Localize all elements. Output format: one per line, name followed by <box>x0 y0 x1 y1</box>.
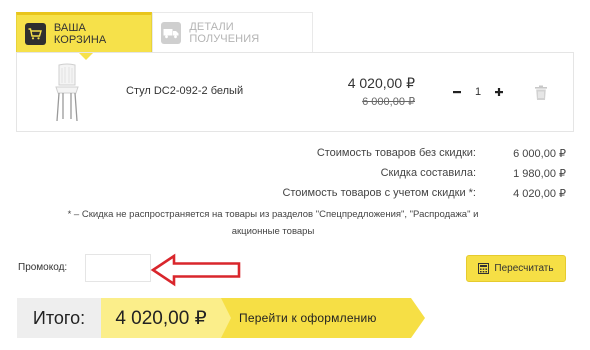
red-arrow-annotation <box>150 253 241 287</box>
order-summary: Стоимость товаров без скидки: 6 000,00 ₽… <box>106 143 566 203</box>
cart-item-row: Стул DC2-092-2 белый 4 020,00 ₽ 6 000,00… <box>16 52 574 132</box>
tab-your-cart[interactable]: ВАША КОРЗИНА <box>16 12 152 60</box>
checkout-button[interactable]: Перейти к оформлению <box>221 298 429 338</box>
total-label: Итого: <box>17 298 101 338</box>
product-price: 4 020,00 ₽ <box>347 75 415 91</box>
summary-value: 4 020,00 ₽ <box>513 187 566 200</box>
cart-icon <box>25 22 46 45</box>
trash-icon[interactable] <box>534 85 548 101</box>
summary-label: Стоимость товаров без скидки: <box>316 147 476 159</box>
total-bar: Итого: 4 020,00 ₽ Перейти к оформлению <box>17 298 429 338</box>
summary-row-discounted-total: Стоимость товаров с учетом скидки *: 4 0… <box>106 183 566 203</box>
calculator-icon <box>478 263 490 274</box>
promo-code-input[interactable] <box>85 254 151 282</box>
truck-icon <box>161 21 182 44</box>
footnote-line: акционные товары <box>231 226 315 237</box>
discount-footnote: * – Скидка не распространяется на товары… <box>38 206 508 240</box>
summary-row-subtotal: Стоимость товаров без скидки: 6 000,00 ₽ <box>106 143 566 163</box>
footnote-line: * – Скидка не распространяется на товары… <box>67 209 479 220</box>
total-value: 4 020,00 ₽ <box>101 298 221 338</box>
increase-quantity-button[interactable] <box>491 83 507 101</box>
promo-code-label: Промокод: <box>18 262 68 273</box>
recalculate-button[interactable]: Пересчитать <box>466 255 566 282</box>
summary-label: Скидка составила: <box>380 167 476 179</box>
tab-delivery-details-label: ДЕТАЛИ ПОЛУЧЕНИЯ <box>189 20 260 45</box>
quantity-stepper <box>449 83 507 101</box>
decrease-quantity-button[interactable] <box>449 83 465 101</box>
checkout-steps-tabs: ВАША КОРЗИНА ДЕТАЛИ ПОЛУЧЕНИЯ <box>16 12 313 60</box>
product-old-price: 6 000,00 ₽ <box>362 96 415 108</box>
recalculate-button-label: Пересчитать <box>494 263 554 274</box>
tab-your-cart-label: ВАША КОРЗИНА <box>53 21 107 46</box>
summary-label: Стоимость товаров с учетом скидки *: <box>282 187 476 199</box>
checkout-button-label: Перейти к оформлению <box>239 311 377 325</box>
summary-value: 1 980,00 ₽ <box>513 167 566 180</box>
summary-value: 6 000,00 ₽ <box>513 147 566 160</box>
tab-delivery-details[interactable]: ДЕТАЛИ ПОЛУЧЕНИЯ <box>152 12 313 52</box>
product-name[interactable]: Стул DC2-092-2 белый <box>126 85 243 97</box>
white-chair-image[interactable] <box>49 63 85 123</box>
quantity-input[interactable] <box>465 83 491 101</box>
summary-row-discount: Скидка составила: 1 980,00 ₽ <box>106 163 566 183</box>
